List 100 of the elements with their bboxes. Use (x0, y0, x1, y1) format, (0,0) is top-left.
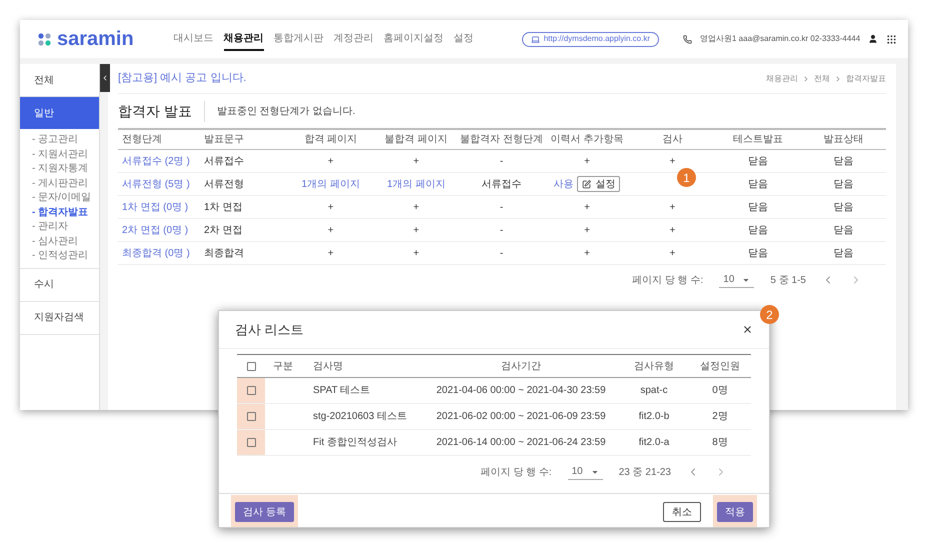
stage-link[interactable]: 2차 면접 (0명 ) (122, 224, 188, 236)
table-cell-text: 닫음 (748, 224, 768, 238)
nav-tab[interactable]: 설정 (454, 28, 474, 50)
logo-dots-icon (38, 32, 51, 46)
rows-per-page-select[interactable]: 10 (568, 464, 603, 480)
stage-link[interactable]: 서류접수 (2명 ) (122, 156, 190, 166)
table-cell-text: + (328, 246, 334, 260)
close-icon[interactable] (742, 324, 753, 335)
sidebar-subitem[interactable]: - 지원서관리 (20, 148, 99, 162)
logo-text[interactable]: saramin (57, 29, 134, 49)
table-cell-text: + (413, 224, 420, 238)
table-cell-text: 닫음 (748, 200, 768, 214)
table-cell-text: + (328, 200, 334, 214)
section-message: 발표중인 전형단계가 없습니다. (216, 104, 356, 118)
table-cell-text: + (413, 200, 420, 214)
column-header: 검사 (662, 133, 682, 147)
table-cell: 2차 면접 (204, 224, 242, 236)
table-cell-text: fit2.0-a (638, 436, 670, 450)
table-cell-text: 2021-06-14 00:00 ~ 2021-06-24 23:59 (436, 436, 606, 450)
sidebar-subitem[interactable]: - 관리자 (20, 220, 99, 234)
nav-tab[interactable]: 대시보드 (174, 28, 214, 50)
column-header: 합격 페이지 (304, 133, 358, 147)
column-header: 발표상태 (823, 133, 864, 147)
column-header: 발표문구 (204, 134, 244, 145)
table-cell-text: 닫음 (833, 200, 854, 214)
breadcrumb-item[interactable]: 채용관리 (766, 72, 798, 84)
stage-link[interactable]: 1개의 페이지 (302, 176, 360, 192)
rows-per-page-label: 페이지 당 행 수: (480, 466, 552, 480)
table-cell-text: + (584, 224, 590, 238)
breadcrumb-separator-icon (802, 74, 810, 82)
breadcrumb-separator-icon (834, 74, 842, 82)
table-cell: stg-20210603 테스트 (313, 411, 407, 422)
sidebar-item[interactable]: 전체 (20, 64, 99, 96)
stage-link[interactable]: 1차 면접 (0명 ) (122, 202, 188, 212)
stage-link[interactable]: 서류전형 (5명 ) (122, 178, 190, 190)
row-checkbox[interactable] (246, 412, 256, 421)
collapse-sidebar-button[interactable] (100, 64, 110, 92)
row-checkbox[interactable] (246, 386, 256, 395)
table-cell-text: 2021-06-02 00:00 ~ 2021-06-09 23:59 (436, 410, 606, 424)
section-title: 합격자 발표 (118, 100, 205, 122)
site-url-pill[interactable]: http://dymsdemo.applyin.co.kr (522, 32, 659, 46)
nav-tab[interactable]: 계정관리 (334, 28, 374, 50)
table-cell: 서류접수 (204, 156, 244, 166)
table-cell-text: + (584, 246, 590, 260)
table-cell-text: + (328, 154, 334, 168)
apps-grid-icon[interactable] (886, 34, 898, 44)
dialog-button[interactable]: 적용 (717, 502, 753, 522)
table-cell-text: + (670, 154, 676, 168)
table-cell-text: 2명 (712, 410, 728, 424)
sidebar-item[interactable]: 수시 (20, 268, 99, 300)
breadcrumb-item[interactable]: 합격자발표 (846, 72, 886, 84)
row-checkbox[interactable] (246, 438, 256, 447)
column-header: 이력서 추가항목 (550, 133, 624, 147)
sidebar-item[interactable]: 지원자검색 (20, 302, 99, 334)
table-cell-text: - (500, 246, 504, 260)
table-cell-text: 닫음 (833, 154, 854, 168)
table-cell-text: + (413, 246, 420, 260)
stage-link[interactable]: 1개의 페이지 (386, 176, 446, 192)
dialog-button[interactable]: 검사 등록 (235, 502, 294, 522)
page-range: 5 중 1-5 (770, 274, 806, 288)
nav-tab[interactable]: 홈페이지설정 (384, 28, 444, 50)
sidebar-subitem[interactable]: - 공고관리 (20, 133, 99, 148)
table-cell: 1차 면접 (204, 202, 242, 212)
dialog-button[interactable]: 취소 (663, 502, 701, 522)
column-header: 불합격 페이지 (384, 133, 448, 147)
table-cell: 최종합격 (204, 248, 244, 258)
sidebar-subitem[interactable]: - 지원자통계 (20, 162, 99, 176)
sidebar-subitem[interactable]: - 인적성관리 (20, 249, 99, 264)
sidebar-item[interactable]: 일반 (20, 97, 99, 129)
table-cell-text: - (500, 200, 504, 214)
breadcrumb-item[interactable]: 전체 (814, 72, 830, 84)
user-icon[interactable] (868, 34, 878, 44)
table-cell-text: 2021-04-06 00:00 ~ 2021-04-30 23:59 (436, 384, 606, 398)
table-cell: Fit 종합인적성검사 (313, 437, 397, 448)
stage-link[interactable]: 최종합격 (0명 ) (122, 248, 190, 258)
table-cell-text: 닫음 (833, 224, 854, 238)
chevron-left-icon (101, 74, 109, 82)
table-cell: 서류전형 (204, 178, 244, 190)
select-all-checkbox[interactable] (246, 362, 256, 370)
sidebar-subitem[interactable]: - 합격자발표 (20, 206, 99, 220)
nav-tab[interactable]: 채용관리 (224, 28, 264, 50)
settings-button[interactable]: 설정 (577, 176, 620, 192)
usage-status: 사용 (553, 178, 574, 192)
column-header: 테스트발표 (732, 133, 783, 147)
sidebar-subitem[interactable]: - 게시판관리 (20, 176, 99, 191)
column-header: 설정인원 (700, 360, 740, 374)
table-cell-text: + (328, 224, 334, 238)
laptop-icon (530, 34, 540, 44)
sidebar-subitem[interactable]: - 문자/이메일 (20, 191, 99, 206)
contact-info: 영업사원1 aaa@saramin.co.kr 02-3333-4444 (700, 33, 860, 45)
table-cell-text: + (670, 246, 676, 260)
rows-per-page-select[interactable]: 10 (719, 272, 754, 288)
table-cell-text: + (670, 200, 676, 214)
column-header: 검사명 (313, 360, 343, 372)
nav-tab[interactable]: 통합게시판 (274, 28, 324, 50)
table-cell-text: 닫음 (748, 154, 768, 168)
page-range: 23 중 21-23 (618, 466, 671, 480)
table-cell-text: + (413, 154, 420, 168)
table-cell-text: 닫음 (833, 246, 854, 260)
sidebar-subitem[interactable]: - 심사관리 (20, 234, 99, 249)
